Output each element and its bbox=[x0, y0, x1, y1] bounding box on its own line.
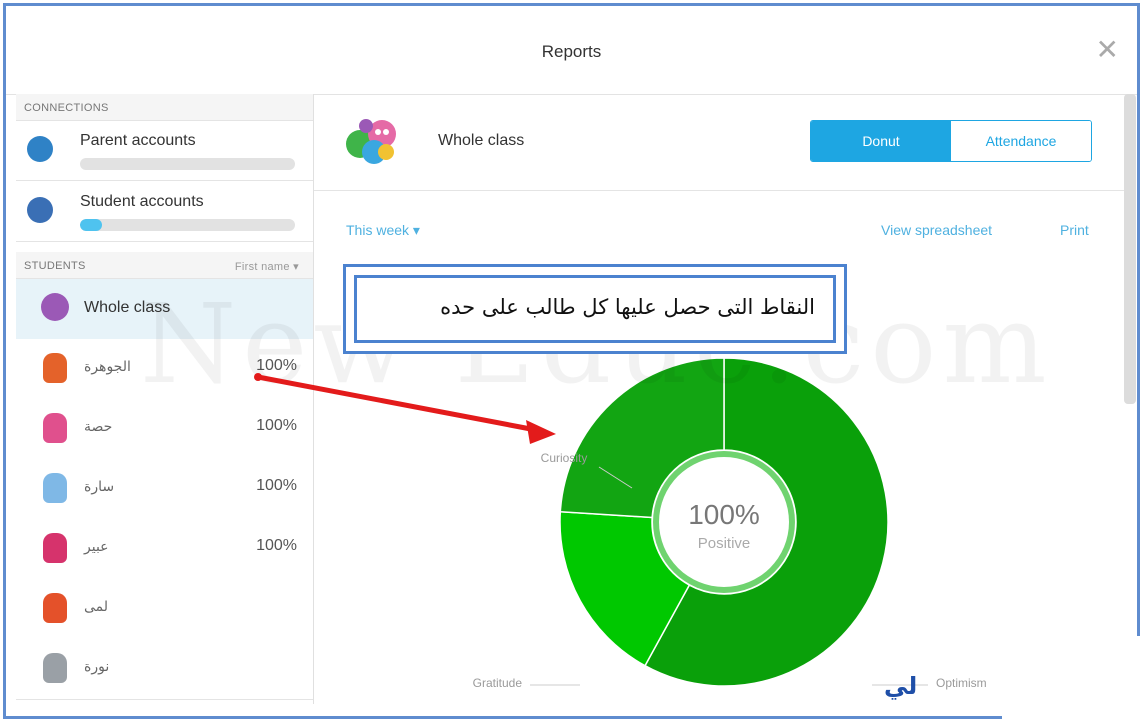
report-panel: Whole class Donut Attendance This week ▾… bbox=[314, 94, 1124, 704]
student-accounts-progress bbox=[80, 219, 295, 231]
parent-accounts-label: Parent accounts bbox=[80, 132, 196, 149]
student-accounts-label: Student accounts bbox=[80, 193, 204, 210]
student-name: حصة bbox=[84, 419, 113, 435]
title-bar: Reports ✕ bbox=[6, 6, 1137, 95]
student-avatar-icon bbox=[43, 533, 67, 563]
donut-chart: Optimism Gratitude Curiosity 100% Positive bbox=[473, 357, 987, 690]
student-name: عبير bbox=[84, 539, 109, 555]
scrollbar[interactable] bbox=[1124, 94, 1136, 404]
student-avatar-icon bbox=[43, 593, 67, 623]
student-row[interactable]: سارة 100% bbox=[16, 459, 313, 520]
window-title: Reports bbox=[541, 42, 602, 61]
student-row[interactable]: حصة 100% bbox=[16, 399, 313, 460]
blue-monster-icon bbox=[27, 136, 53, 162]
student-percent: 100% bbox=[256, 537, 297, 554]
student-row[interactable]: Whole class bbox=[16, 279, 313, 340]
student-name: نورة bbox=[84, 659, 110, 675]
class-header: Whole class Donut Attendance bbox=[314, 94, 1124, 191]
students-header: STUDENTS First name ▾ bbox=[16, 252, 313, 279]
student-name: الجوهرة bbox=[84, 359, 131, 375]
student-row[interactable]: نورة bbox=[16, 639, 313, 700]
annotation-box: النقاط التى حصل عليها كل طالب على حده bbox=[343, 264, 847, 354]
student-percent: 100% bbox=[256, 357, 297, 374]
progress-fill bbox=[80, 219, 102, 231]
student-avatar-icon bbox=[43, 473, 67, 503]
student-percent: 100% bbox=[256, 417, 297, 434]
student-avatar-icon bbox=[43, 653, 67, 683]
connections-header-label: CONNECTIONS bbox=[24, 102, 109, 114]
center-value: 100% bbox=[688, 499, 760, 530]
student-row[interactable]: الجوهرة 100% bbox=[16, 339, 313, 400]
slice-label: Gratitude bbox=[473, 676, 523, 690]
student-name: Whole class bbox=[84, 299, 171, 316]
corner-text: لي bbox=[884, 672, 918, 700]
annotation-inner: النقاط التى حصل عليها كل طالب على حده bbox=[354, 275, 836, 343]
view-toggle: Donut Attendance bbox=[810, 120, 1092, 162]
student-row[interactable]: لمى bbox=[16, 579, 313, 640]
students-header-label: STUDENTS bbox=[24, 260, 86, 272]
donut-tab[interactable]: Donut bbox=[811, 121, 951, 161]
class-monsters-icon bbox=[346, 119, 396, 164]
student-name: لمى bbox=[84, 599, 109, 615]
student-row[interactable]: عبير 100% bbox=[16, 519, 313, 580]
student-percent: 100% bbox=[256, 477, 297, 494]
slice-label: Optimism bbox=[936, 676, 987, 690]
student-accounts-row[interactable]: Student accounts bbox=[16, 181, 313, 242]
parent-accounts-progress bbox=[80, 158, 295, 170]
sort-dropdown[interactable]: First name ▾ bbox=[235, 260, 299, 273]
student-avatar-icon bbox=[41, 293, 69, 321]
parent-accounts-row[interactable]: Parent accounts bbox=[16, 120, 313, 181]
student-avatar-icon bbox=[43, 413, 67, 443]
sidebar: CONNECTIONS Parent accounts Student acco… bbox=[16, 94, 314, 704]
reports-window: Reports ✕ CONNECTIONS Parent accounts St… bbox=[3, 3, 1140, 719]
center-label: Positive bbox=[698, 535, 751, 552]
student-name: سارة bbox=[84, 479, 115, 495]
annotation-text: النقاط التى حصل عليها كل طالب على حده bbox=[440, 295, 815, 319]
blue-monster-icon bbox=[27, 197, 53, 223]
corner-overlay bbox=[1002, 636, 1147, 727]
slice-label: Curiosity bbox=[541, 451, 588, 465]
close-icon[interactable]: ✕ bbox=[1096, 36, 1119, 64]
connections-header: CONNECTIONS bbox=[16, 94, 313, 121]
student-avatar-icon bbox=[43, 353, 67, 383]
attendance-tab[interactable]: Attendance bbox=[951, 121, 1091, 161]
class-name: Whole class bbox=[438, 132, 525, 149]
